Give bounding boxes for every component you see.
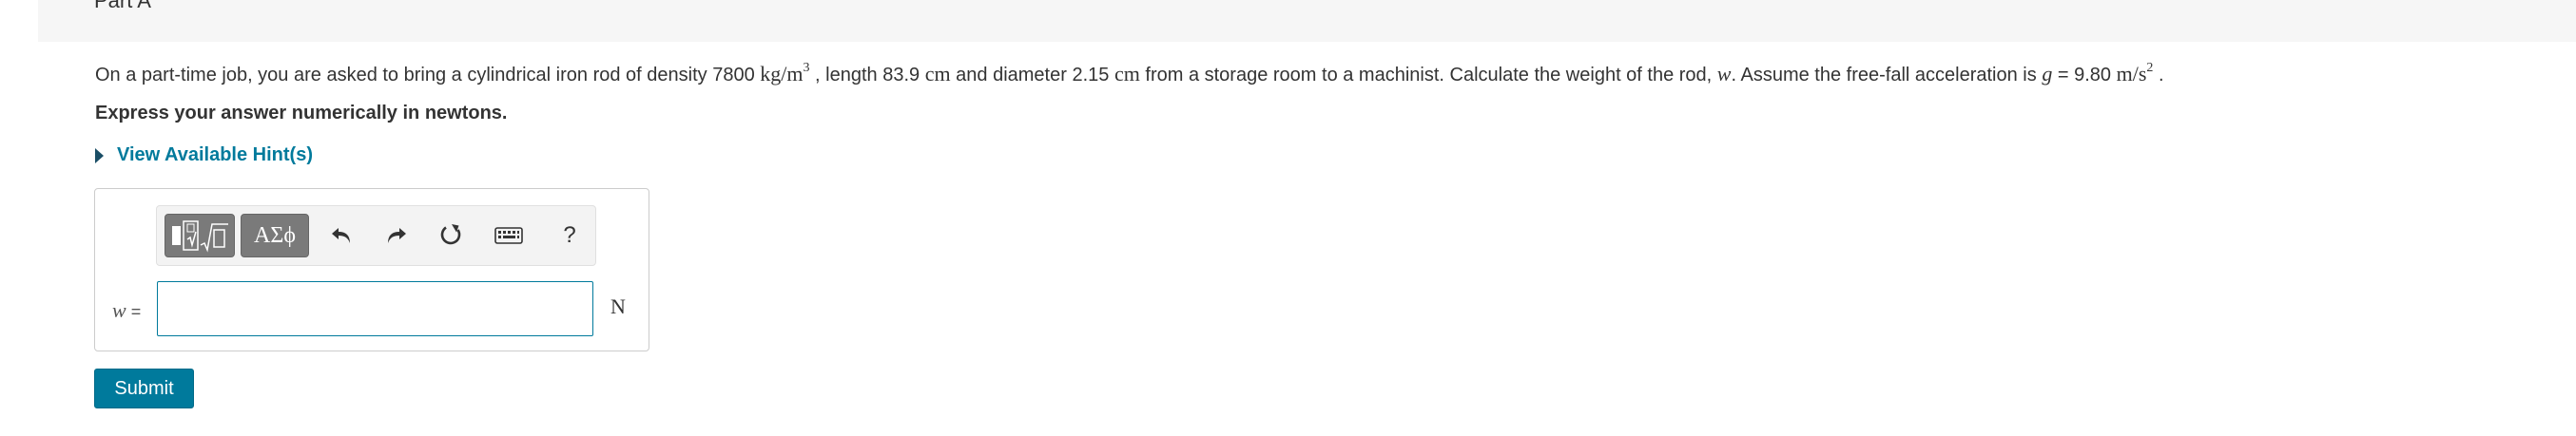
reset-button[interactable]: [431, 214, 473, 257]
undo-icon: [332, 228, 350, 243]
answer-input[interactable]: [157, 281, 593, 336]
answer-variable: w: [112, 298, 126, 322]
density-exponent: 3: [803, 61, 810, 75]
answer-panel: ΑΣϕ ? w = N: [94, 188, 649, 351]
length-unit: cm: [924, 62, 951, 85]
question-segment: , length 83.9: [809, 65, 925, 85]
answer-instruction: Express your answer numerically in newto…: [95, 103, 508, 123]
weight-variable: w: [1716, 62, 1732, 85]
redo-icon: [388, 228, 406, 243]
redo-button[interactable]: [376, 214, 417, 257]
diameter-unit: cm: [1114, 62, 1140, 85]
question-segment: = 9.80: [2052, 65, 2117, 85]
gravity-unit: m/s2: [2116, 61, 2154, 86]
templates-icon: [172, 220, 228, 253]
undo-button[interactable]: [320, 214, 362, 257]
answer-equals: =: [126, 302, 142, 321]
question-segment: .: [2153, 65, 2164, 85]
view-hints-link[interactable]: View Available Hint(s): [95, 144, 313, 166]
question-segment: and diameter 2.15: [950, 65, 1114, 85]
caret-right-icon: [95, 147, 104, 163]
part-title: Part A: [94, 0, 151, 12]
answer-unit: N: [610, 294, 626, 318]
keyboard-icon: [494, 227, 523, 244]
math-toolbar: ΑΣϕ ?: [156, 205, 596, 266]
help-button[interactable]: ?: [549, 214, 591, 257]
symbols-button[interactable]: ΑΣϕ: [241, 214, 309, 257]
templates-button[interactable]: [165, 214, 235, 257]
keyboard-button[interactable]: [488, 214, 530, 257]
question-segment: On a part-time job, you are asked to bri…: [95, 65, 761, 85]
question-segment: from a storage room to a machinist. Calc…: [1139, 65, 1717, 85]
question-segment: . Assume the free-fall acceleration is: [1731, 65, 2043, 85]
answer-variable-label: w =: [112, 298, 141, 323]
submit-button[interactable]: Submit: [94, 369, 194, 408]
density-unit: kg/m3: [760, 61, 810, 86]
part-header-band: Part A: [38, 0, 2576, 42]
question-text: On a part-time job, you are asked to bri…: [95, 59, 2164, 90]
gravity-variable: g: [2042, 62, 2053, 85]
reset-icon: [440, 224, 461, 245]
view-hints-label: View Available Hint(s): [117, 144, 313, 165]
